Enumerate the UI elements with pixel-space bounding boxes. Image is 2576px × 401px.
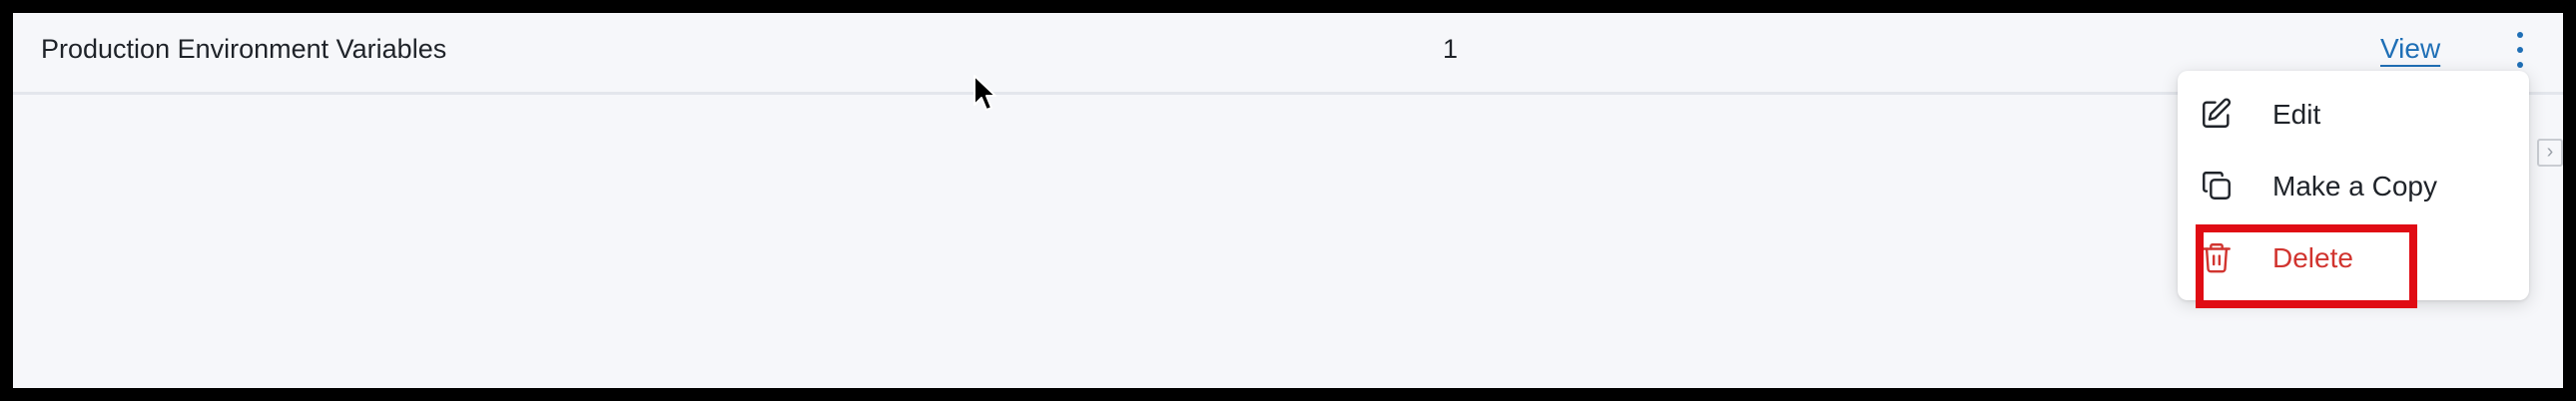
menu-item-label: Edit — [2272, 99, 2321, 130]
menu-item-delete[interactable]: Delete — [2178, 224, 2529, 290]
app-frame: Production Environment Variables 1 View … — [13, 13, 2563, 388]
menu-item-edit[interactable]: Edit — [2178, 81, 2529, 147]
menu-item-label: Delete — [2272, 242, 2353, 273]
chevron-right-icon[interactable]: › — [2537, 139, 2563, 167]
row-name: Production Environment Variables — [41, 34, 447, 64]
actions-dropdown-menu: Edit Make a Copy Delete — [2178, 71, 2529, 300]
copy-icon — [2200, 169, 2234, 202]
mouse-cursor-icon — [973, 75, 996, 111]
menu-item-label: Make a Copy — [2272, 171, 2437, 201]
menu-item-make-a-copy[interactable]: Make a Copy — [2178, 153, 2529, 218]
pencil-edit-icon — [2200, 97, 2234, 131]
trash-icon — [2200, 240, 2234, 274]
kebab-vertical-icon[interactable] — [2505, 28, 2535, 72]
view-link[interactable]: View — [2380, 33, 2440, 65]
row-count: 1 — [1443, 34, 1459, 64]
